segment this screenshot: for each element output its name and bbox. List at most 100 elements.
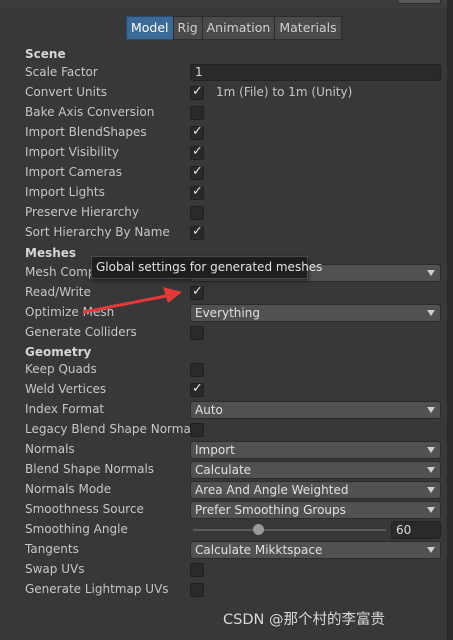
- lightmap-uvs-checkbox[interactable]: [190, 583, 204, 597]
- checkmark-icon: ✓: [192, 381, 203, 396]
- meshes-header: Meshes: [25, 246, 77, 260]
- swap-uvs-checkbox[interactable]: [190, 563, 204, 577]
- optimize-mesh-value: Everything: [195, 306, 260, 320]
- chevron-down-icon: [427, 487, 435, 493]
- chevron-down-icon: [427, 447, 435, 453]
- import-lights-row: Import Lights ✓: [0, 183, 447, 203]
- importer-tabs: Model Rig Animation Materials: [126, 16, 342, 40]
- optimize-mesh-dropdown[interactable]: Everything: [190, 304, 441, 322]
- smoothness-source-row: Smoothness Source Prefer Smoothing Group…: [0, 500, 447, 520]
- preserve-hierarchy-row: Preserve Hierarchy: [0, 203, 447, 223]
- checkmark-icon: ✓: [192, 144, 203, 159]
- chevron-down-icon: [427, 467, 435, 473]
- index-format-label: Index Format: [25, 402, 105, 416]
- blend-shape-normals-row: Blend Shape Normals Calculate: [0, 460, 447, 480]
- smoothing-angle-field[interactable]: 60: [391, 521, 441, 539]
- tab-materials[interactable]: Materials: [274, 16, 342, 40]
- optimize-mesh-label: Optimize Mesh: [25, 305, 115, 319]
- import-blendshapes-label: Import BlendShapes: [25, 125, 147, 139]
- convert-units-row: Convert Units ✓ 1m (File) to 1m (Unity): [0, 83, 447, 103]
- blend-shape-normals-value: Calculate: [195, 463, 252, 477]
- optimize-mesh-row: Optimize Mesh Everything: [0, 303, 447, 323]
- checkmark-icon: ✓: [192, 184, 203, 199]
- generate-colliders-row: Generate Colliders: [0, 323, 447, 343]
- chevron-down-icon: [427, 407, 435, 413]
- swap-uvs-label: Swap UVs: [25, 562, 85, 576]
- chevron-down-icon: [427, 507, 435, 513]
- index-format-dropdown[interactable]: Auto: [190, 401, 441, 419]
- blend-shape-normals-dropdown[interactable]: Calculate: [190, 461, 441, 479]
- smoothing-angle-label: Smoothing Angle: [25, 522, 128, 536]
- read-write-checkbox[interactable]: ✓: [190, 284, 204, 300]
- normals-value: Import: [195, 443, 235, 457]
- import-visibility-checkbox[interactable]: ✓: [190, 144, 204, 160]
- mesh-compression-label: Mesh Comp: [25, 265, 96, 279]
- weld-vertices-row: Weld Vertices ✓: [0, 380, 447, 400]
- tab-animation[interactable]: Animation: [201, 16, 276, 40]
- blend-shape-normals-label: Blend Shape Normals: [25, 462, 155, 476]
- smoothness-source-label: Smoothness Source: [25, 502, 144, 516]
- normals-dropdown[interactable]: Import: [190, 441, 441, 459]
- scale-factor-label: Scale Factor: [25, 65, 98, 79]
- tangents-row: Tangents Calculate Mikktspace: [0, 540, 447, 560]
- import-cameras-checkbox[interactable]: ✓: [190, 164, 204, 180]
- bake-axis-row: Bake Axis Conversion: [0, 103, 447, 123]
- import-visibility-row: Import Visibility ✓: [0, 143, 447, 163]
- index-format-row: Index Format Auto: [0, 400, 447, 420]
- import-lights-label: Import Lights: [25, 185, 105, 199]
- tangents-dropdown[interactable]: Calculate Mikktspace: [190, 541, 441, 559]
- keep-quads-row: Keep Quads: [0, 360, 447, 380]
- import-cameras-row: Import Cameras ✓: [0, 163, 447, 183]
- bake-axis-checkbox[interactable]: [190, 106, 204, 120]
- top-strip: [0, 0, 453, 8]
- smoothing-angle-row: Smoothing Angle 60: [0, 520, 447, 540]
- top-button[interactable]: [397, 0, 441, 4]
- bake-axis-label: Bake Axis Conversion: [25, 105, 155, 119]
- preserve-hierarchy-checkbox[interactable]: [190, 206, 204, 220]
- weld-vertices-checkbox[interactable]: ✓: [190, 381, 204, 397]
- chevron-down-icon: [427, 547, 435, 553]
- checkmark-icon: ✓: [192, 84, 203, 99]
- chevron-down-icon: [427, 310, 435, 316]
- normals-mode-row: Normals Mode Area And Angle Weighted: [0, 480, 447, 500]
- checkmark-icon: ✓: [192, 164, 203, 179]
- legacy-blend-checkbox[interactable]: [190, 423, 204, 437]
- sort-hierarchy-checkbox[interactable]: ✓: [190, 224, 204, 240]
- generate-colliders-checkbox[interactable]: [190, 326, 204, 340]
- import-lights-checkbox[interactable]: ✓: [190, 184, 204, 200]
- normals-mode-dropdown[interactable]: Area And Angle Weighted: [190, 481, 441, 499]
- tangents-label: Tangents: [25, 542, 79, 556]
- checkmark-icon: ✓: [192, 124, 203, 139]
- smoothness-source-dropdown[interactable]: Prefer Smoothing Groups: [190, 501, 441, 519]
- watermark: CSDN @那个村的李富贵: [223, 612, 385, 628]
- tangents-value: Calculate Mikktspace: [195, 543, 323, 557]
- import-blendshapes-checkbox[interactable]: ✓: [190, 124, 204, 140]
- scale-factor-row: Scale Factor 1: [0, 63, 447, 83]
- import-blendshapes-row: Import BlendShapes ✓: [0, 123, 447, 143]
- scene-header: Scene: [25, 47, 66, 61]
- keep-quads-checkbox[interactable]: [190, 363, 204, 377]
- legacy-blend-row: Legacy Blend Shape Normals: [0, 420, 447, 440]
- tooltip: Global settings for generated meshes: [91, 256, 322, 279]
- keep-quads-label: Keep Quads: [25, 362, 97, 376]
- convert-units-checkbox[interactable]: ✓: [190, 84, 204, 100]
- read-write-row: Read/Write ✓: [0, 283, 447, 303]
- tab-rig[interactable]: Rig: [172, 16, 203, 40]
- right-edge: [447, 0, 453, 640]
- preserve-hierarchy-label: Preserve Hierarchy: [25, 205, 139, 219]
- lightmap-uvs-label: Generate Lightmap UVs: [25, 582, 169, 596]
- normals-mode-label: Normals Mode: [25, 482, 112, 496]
- smoothing-angle-slider[interactable]: [193, 529, 386, 531]
- weld-vertices-label: Weld Vertices: [25, 382, 107, 396]
- smoothness-source-value: Prefer Smoothing Groups: [195, 503, 346, 517]
- convert-units-note: 1m (File) to 1m (Unity): [216, 85, 353, 99]
- normals-label: Normals: [25, 442, 75, 456]
- convert-units-label: Convert Units: [25, 85, 107, 99]
- smoothing-angle-slider-handle[interactable]: [253, 524, 264, 535]
- sort-hierarchy-label: Sort Hierarchy By Name: [25, 225, 170, 239]
- checkmark-icon: ✓: [192, 224, 203, 239]
- scale-factor-field[interactable]: 1: [190, 64, 441, 81]
- tab-model[interactable]: Model: [126, 16, 174, 40]
- read-write-label: Read/Write: [25, 285, 91, 299]
- sort-hierarchy-row: Sort Hierarchy By Name ✓: [0, 223, 447, 243]
